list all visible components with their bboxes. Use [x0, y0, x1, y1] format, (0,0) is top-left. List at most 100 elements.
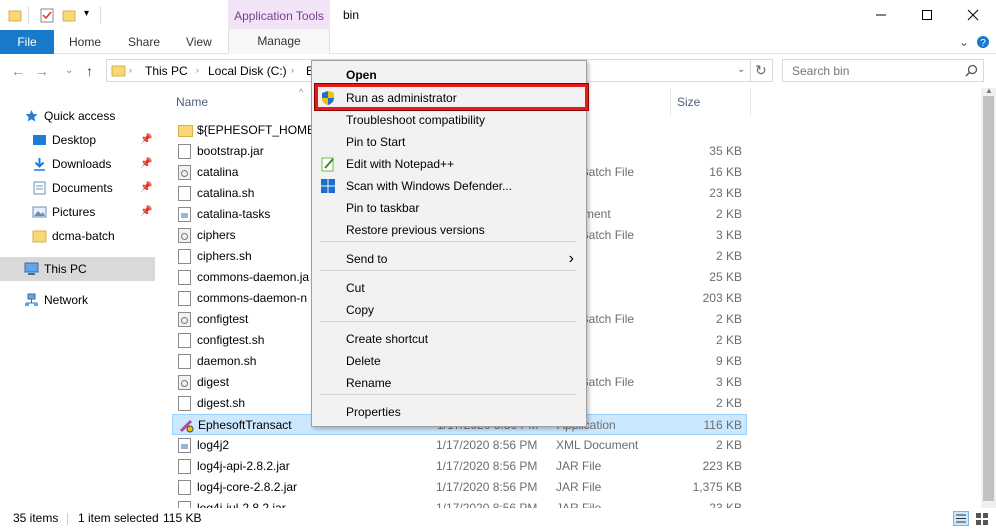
folder-icon	[178, 125, 193, 137]
file-name: configtest	[197, 312, 249, 326]
menu-item-pin-to-start[interactable]: Pin to Start	[314, 131, 584, 153]
column-header-name[interactable]: Name	[176, 95, 208, 109]
menu-item-properties[interactable]: Properties	[314, 401, 584, 423]
file-name: log4j-api-2.8.2.jar	[197, 459, 290, 473]
contextual-tab-label: Application Tools	[228, 0, 330, 31]
menu-item-copy[interactable]: Copy	[314, 299, 584, 321]
address-dropdown-icon[interactable]: ⌄	[737, 64, 745, 75]
nav-pictures[interactable]: Pictures 📌	[0, 201, 155, 223]
nav-dcma-batch[interactable]: dcma-batch	[0, 225, 155, 247]
scroll-up-icon[interactable]: ▲	[985, 86, 993, 95]
menu-item-send-to[interactable]: Send to ›	[314, 248, 584, 270]
menu-separator	[320, 241, 576, 242]
menu-item-label: Pin to Start	[346, 135, 406, 149]
details-view-icon[interactable]	[953, 511, 969, 526]
nav-documents[interactable]: Documents 📌	[0, 177, 155, 199]
file-size: 9 KB	[715, 354, 742, 368]
menu-item-rename[interactable]: Rename	[314, 372, 584, 394]
file-type: JAR File	[556, 480, 602, 494]
maximize-button[interactable]	[904, 0, 950, 30]
back-icon[interactable]: ←	[11, 63, 25, 79]
menu-item-edit-with-notepad[interactable]: Edit with Notepad++	[314, 153, 584, 175]
column-header-size[interactable]: Size	[677, 95, 700, 109]
tab-file[interactable]: File	[0, 30, 54, 54]
menu-item-restore-previous-versions[interactable]: Restore previous versions	[314, 219, 584, 241]
nav-downloads[interactable]: Downloads 📌	[0, 153, 155, 175]
menu-item-troubleshoot-compatibility[interactable]: Troubleshoot compatibility	[314, 109, 584, 131]
tab-share[interactable]: Share	[128, 30, 160, 54]
customize-quick-access-icon[interactable]: ▾	[84, 8, 89, 19]
file-name: log4j2	[197, 438, 230, 452]
recent-locations-icon[interactable]: ⌄	[65, 65, 73, 76]
file-icon	[178, 249, 191, 264]
file-name: ciphers	[197, 228, 236, 242]
menu-item-scan-with-windows-defender[interactable]: Scan with Windows Defender...	[314, 175, 584, 197]
nav-quick-access[interactable]: Quick access	[0, 105, 155, 127]
breadcrumb-separator-icon[interactable]: ›	[291, 65, 294, 75]
menu-item-open[interactable]: Open	[314, 64, 584, 86]
downloads-icon	[34, 158, 45, 171]
large-icons-view-icon[interactable]	[974, 511, 990, 526]
breadcrumb-separator-icon[interactable]: ›	[129, 65, 132, 75]
file-name: commons-daemon-n	[197, 291, 308, 305]
menu-item-label: Edit with Notepad++	[346, 157, 455, 171]
minimize-button[interactable]	[858, 0, 904, 30]
close-button[interactable]	[950, 0, 996, 30]
folder-icon[interactable]	[8, 7, 22, 23]
tab-home[interactable]: Home	[69, 30, 101, 54]
pin-icon[interactable]: 📌	[140, 153, 152, 175]
file-row[interactable]: log4j-api-2.8.2.jar 1/17/2020 8:56 PM JAR …	[172, 456, 746, 477]
pin-icon[interactable]: 📌	[140, 129, 152, 151]
file-row[interactable]: log4j-core-2.8.2.jar 1/17/2020 8:56 PM JAR…	[172, 477, 746, 498]
file-date: 1/17/2020 8:56 PM	[436, 459, 538, 473]
menu-item-create-shortcut[interactable]: Create shortcut	[314, 328, 584, 350]
search-input[interactable]	[783, 60, 958, 81]
tab-view[interactable]: View	[186, 30, 212, 54]
file-size: 223 KB	[702, 459, 742, 473]
batch-file-icon	[178, 228, 191, 243]
search-icon[interactable]	[965, 64, 978, 77]
menu-item-cut[interactable]: Cut	[314, 277, 584, 299]
file-icon	[178, 186, 191, 201]
file-name: catalina-tasks	[197, 207, 271, 221]
file-size: 2 KB	[715, 249, 742, 263]
file-icon	[178, 291, 191, 306]
pin-icon[interactable]: 📌	[140, 201, 152, 223]
menu-separator	[320, 321, 576, 322]
properties-icon[interactable]	[40, 7, 54, 23]
file-size: 3 KB	[715, 228, 742, 242]
pin-icon[interactable]: 📌	[140, 177, 152, 199]
file-size: 2 KB	[715, 438, 742, 452]
batch-file-icon	[178, 375, 191, 390]
refresh-icon[interactable]: ↻	[755, 62, 767, 79]
scrollbar-thumb[interactable]	[983, 96, 994, 501]
search-box[interactable]	[782, 59, 984, 82]
new-folder-icon[interactable]	[62, 7, 76, 23]
expand-ribbon-icon[interactable]: ⌄	[959, 35, 969, 49]
up-icon[interactable]: ↑	[86, 63, 93, 79]
vertical-scrollbar[interactable]: ▲	[981, 86, 996, 508]
forward-icon[interactable]: →	[35, 63, 49, 79]
breadcrumb-this-pc[interactable]: This PC	[145, 64, 188, 78]
file-row[interactable]: log4j2 1/17/2020 8:56 PM XML Document 2 KB	[172, 435, 746, 456]
file-name: log4j-core-2.8.2.jar	[197, 480, 298, 494]
help-icon[interactable]: ?	[976, 35, 990, 49]
nav-desktop[interactable]: Desktop 📌	[0, 129, 155, 151]
nav-this-pc[interactable]: This PC	[0, 257, 155, 281]
file-name: ciphers.sh	[197, 249, 252, 263]
tab-manage[interactable]: Manage	[228, 29, 330, 54]
nav-network[interactable]: Network	[0, 289, 155, 311]
menu-item-pin-to-taskbar[interactable]: Pin to taskbar	[314, 197, 584, 219]
file-name: daemon.sh	[197, 354, 257, 368]
svg-text:?: ?	[980, 38, 986, 49]
menu-item-label: Scan with Windows Defender...	[346, 179, 513, 193]
file-type: JAR File	[556, 459, 602, 473]
file-name: commons-daemon.ja	[197, 270, 310, 284]
file-size: 23 KB	[709, 186, 742, 200]
menu-item-label: Restore previous versions	[346, 223, 485, 237]
documents-icon	[33, 181, 46, 195]
file-name: ${EPHESOFT_HOME}	[197, 123, 320, 137]
breadcrumb-separator-icon[interactable]: ›	[196, 65, 199, 75]
breadcrumb-local-disk[interactable]: Local Disk (C:)	[208, 64, 287, 78]
menu-item-delete[interactable]: Delete	[314, 350, 584, 372]
